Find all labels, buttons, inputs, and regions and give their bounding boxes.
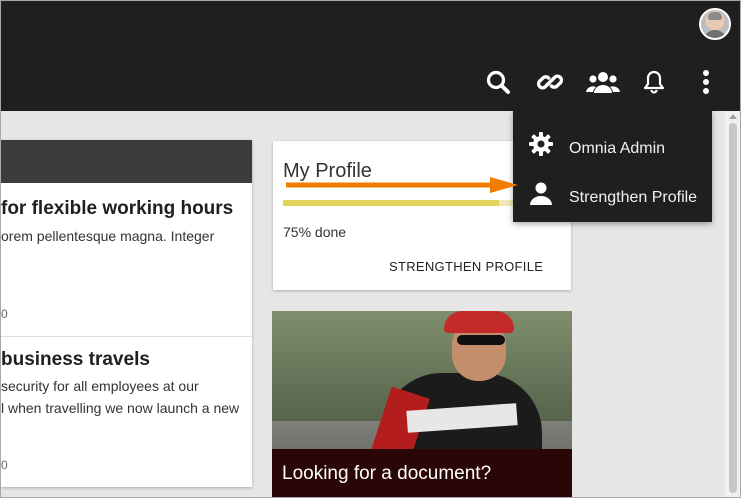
- profile-progress-fill: [283, 200, 499, 206]
- annotation-arrow: [286, 177, 518, 193]
- search-icon[interactable]: [483, 67, 513, 97]
- more-vertical-icon[interactable]: [691, 67, 721, 97]
- person-icon: [527, 179, 555, 207]
- bell-icon[interactable]: [639, 67, 669, 97]
- vertical-scrollbar[interactable]: [725, 111, 740, 497]
- news-date: 0: [1, 307, 8, 321]
- menu-item-label: Omnia Admin: [569, 140, 666, 157]
- news-title[interactable]: business travels: [1, 349, 150, 371]
- top-bar: [1, 1, 740, 111]
- people-icon[interactable]: [586, 67, 620, 97]
- gear-icon: [527, 130, 555, 158]
- news-date: 0: [1, 458, 8, 472]
- news-excerpt: security for all employees at our: [1, 378, 199, 394]
- photo-cyclist-glasses: [457, 335, 505, 345]
- news-excerpt: l when travelling we now launch a new: [1, 400, 240, 416]
- menu-item-omnia-admin[interactable]: Omnia Admin: [513, 118, 712, 166]
- document-search-card[interactable]: Looking for a document?: [272, 311, 572, 497]
- news-excerpt: orem pellentesque magna. Integer: [1, 228, 215, 244]
- menu-item-label: Strengthen Profile: [569, 189, 698, 206]
- menu-item-strengthen-profile[interactable]: Strengthen Profile: [513, 167, 712, 215]
- photo-caption-bar: Looking for a document?: [272, 449, 572, 497]
- avatar-shirt: [703, 30, 727, 38]
- overflow-menu: Omnia Admin Strengthen Profile: [513, 110, 712, 222]
- photo-caption[interactable]: Looking for a document?: [282, 463, 491, 485]
- scroll-up-icon[interactable]: [729, 114, 737, 119]
- avatar-hair: [708, 12, 722, 20]
- divider: [1, 336, 252, 337]
- avatar[interactable]: [699, 8, 731, 40]
- profile-progress-text: 75% done: [283, 224, 347, 240]
- app-frame: for flexible working hours orem pellente…: [0, 0, 741, 498]
- link-icon[interactable]: [535, 67, 565, 97]
- photo-cyclist-helmet: [444, 311, 514, 333]
- news-title[interactable]: for flexible working hours: [1, 198, 233, 220]
- scroll-thumb[interactable]: [729, 123, 737, 493]
- news-card: for flexible working hours orem pellente…: [1, 140, 252, 487]
- news-card-header: [1, 140, 252, 183]
- strengthen-profile-button[interactable]: STRENGTHEN PROFILE: [389, 259, 543, 274]
